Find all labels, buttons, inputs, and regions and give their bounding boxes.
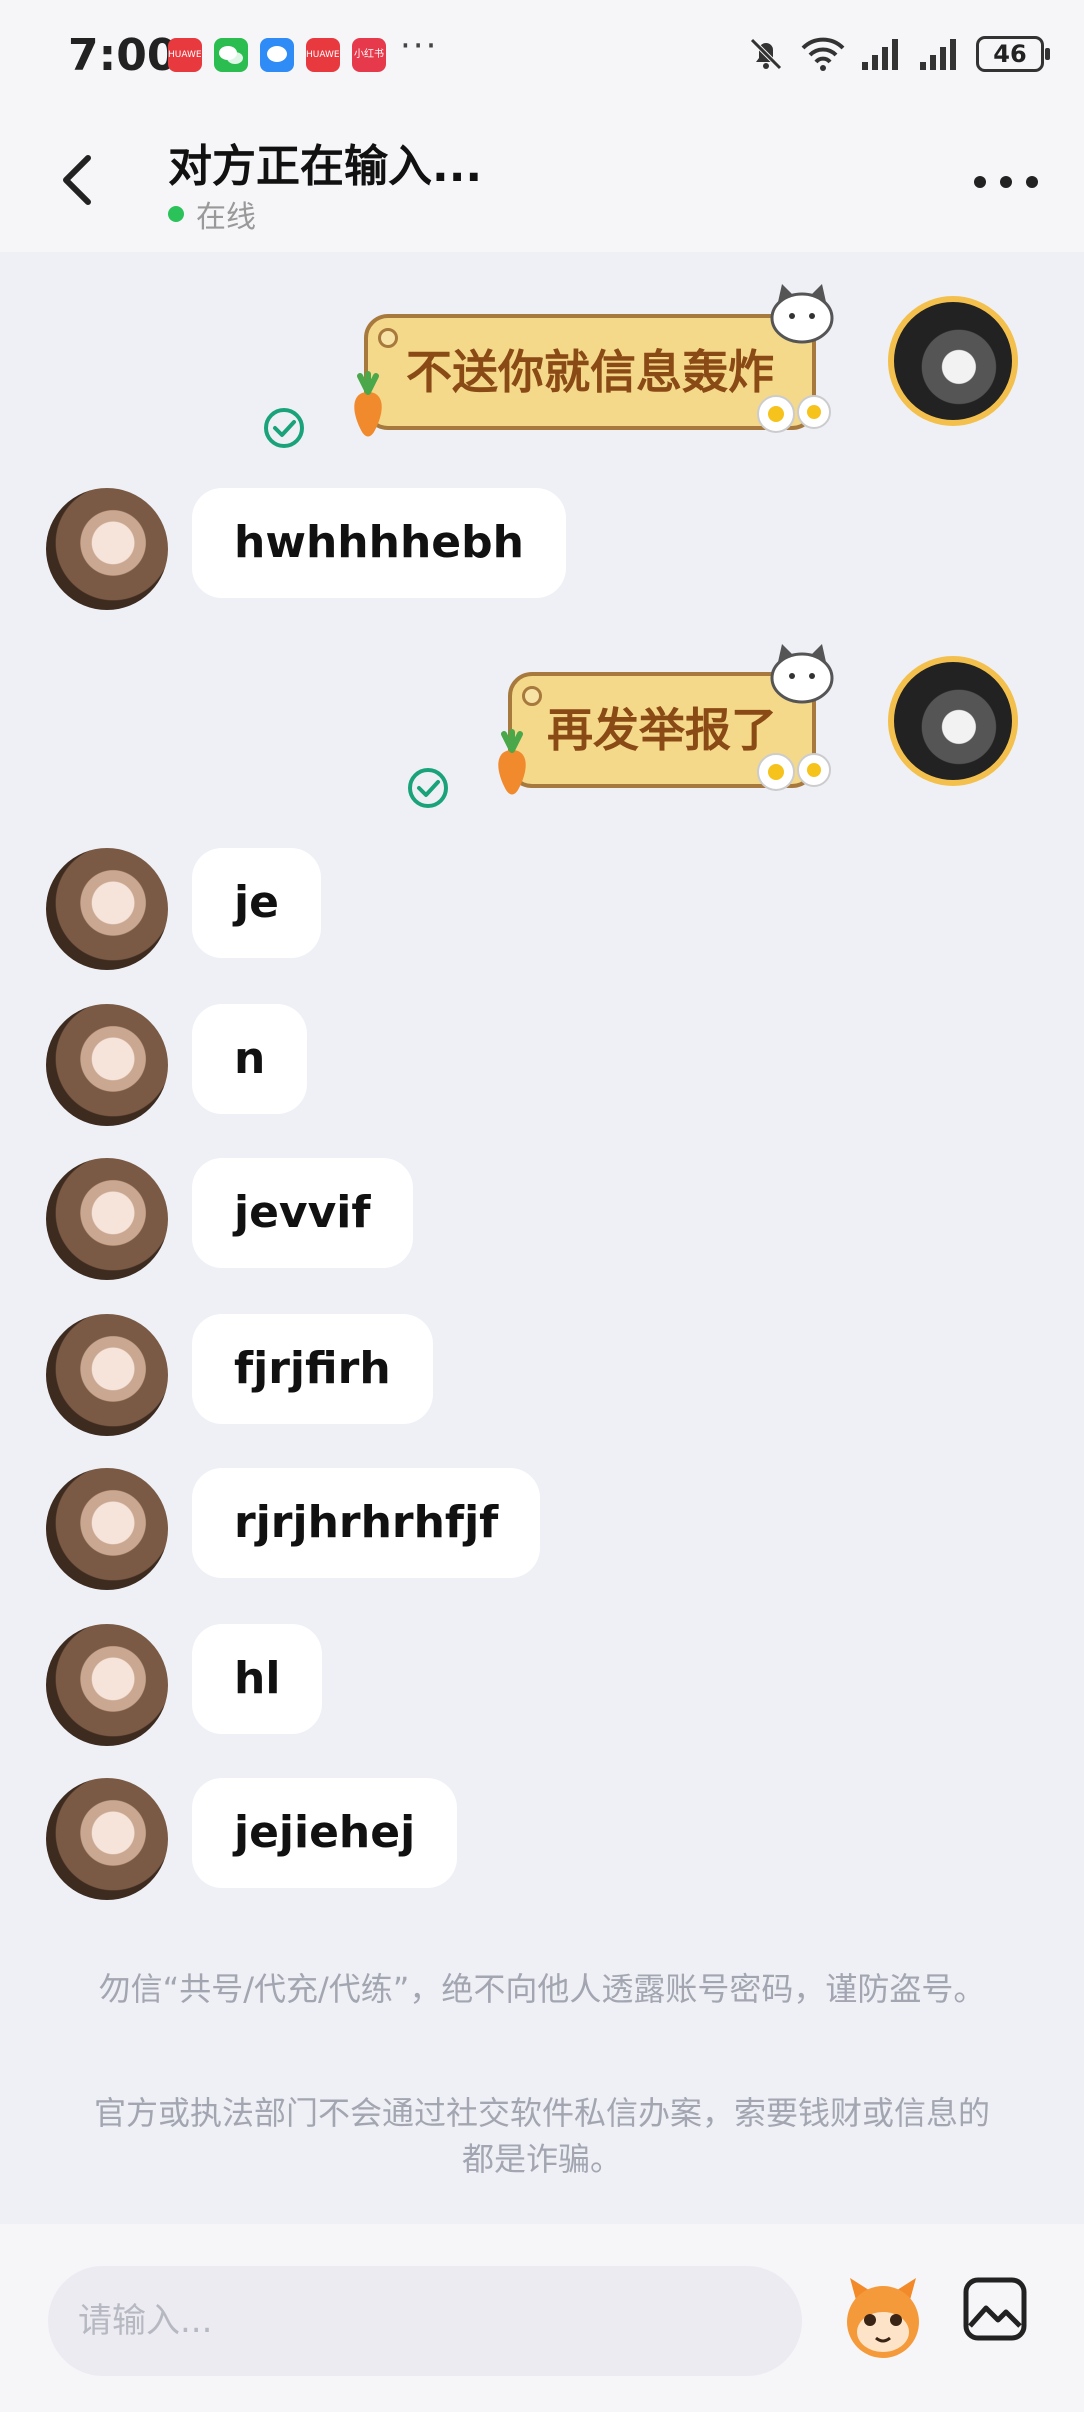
online-dot-icon bbox=[168, 206, 184, 222]
chat-header: 对方正在输入... 在线 bbox=[0, 110, 1084, 252]
friend-avatar[interactable] bbox=[46, 1314, 168, 1436]
chat-title: 对方正在输入... bbox=[168, 141, 483, 192]
more-options-icon[interactable] bbox=[966, 162, 1046, 202]
egg-sticker-icon bbox=[757, 753, 831, 791]
friend-avatar[interactable] bbox=[46, 488, 168, 610]
card-message-text: 再发举报了 bbox=[547, 703, 777, 757]
self-avatar[interactable] bbox=[888, 296, 1018, 426]
friend-avatar[interactable] bbox=[46, 1778, 168, 1900]
carrot-sticker-icon bbox=[354, 371, 382, 437]
safety-notice-1: 勿信“共号/代充/代练”，绝不向他人透露账号密码，谨防盗号。 bbox=[98, 1970, 986, 2008]
input-bar: 请输入... bbox=[0, 2224, 1084, 2412]
mascot-emoji-icon[interactable] bbox=[836, 2270, 930, 2364]
message-icon bbox=[260, 38, 294, 72]
message-list[interactable]: 不送你就信息轰炸 hwhhhhebh 再发举报了 je n jevvif fjr… bbox=[0, 252, 1084, 2224]
cat-sticker-icon bbox=[770, 644, 834, 704]
more-notifications-icon: ··· bbox=[400, 26, 439, 66]
text-message-bubble[interactable]: hwhhhhebh bbox=[192, 488, 566, 598]
text-message-bubble[interactable]: je bbox=[192, 848, 321, 958]
egg-sticker-icon bbox=[757, 395, 831, 433]
online-status-text: 在线 bbox=[196, 200, 256, 235]
cat-sticker-icon bbox=[770, 284, 834, 344]
self-avatar[interactable] bbox=[888, 656, 1018, 786]
message-input[interactable]: 请输入... bbox=[48, 2266, 802, 2376]
image-gallery-icon[interactable] bbox=[962, 2276, 1028, 2342]
text-message-bubble[interactable]: fjrjfirh bbox=[192, 1314, 433, 1424]
pin-icon bbox=[378, 328, 398, 348]
friend-avatar[interactable] bbox=[46, 1468, 168, 1590]
huawei-app-icon: HUAWEI bbox=[168, 38, 202, 72]
signal-icon bbox=[920, 39, 956, 70]
text-message-bubble[interactable]: hl bbox=[192, 1624, 323, 1734]
battery-indicator: 46 bbox=[976, 36, 1050, 72]
friend-avatar[interactable] bbox=[46, 1158, 168, 1280]
status-time: 7:00 bbox=[68, 30, 178, 81]
text-message-bubble[interactable]: rjrjhrhrhfjf bbox=[192, 1468, 541, 1578]
mute-bell-icon bbox=[750, 38, 782, 70]
friend-avatar[interactable] bbox=[46, 1624, 168, 1746]
text-message-bubble[interactable]: n bbox=[192, 1004, 308, 1114]
safety-notice-2: 官方或执法部门不会通过社交软件私信办案，索要钱财或信息的都是诈骗。 bbox=[93, 2094, 990, 2178]
carrot-sticker-icon bbox=[498, 729, 526, 795]
friend-avatar[interactable] bbox=[46, 848, 168, 970]
wechat-icon bbox=[214, 38, 248, 72]
back-arrow-icon[interactable] bbox=[52, 150, 112, 210]
xiaohongshu-icon: 小红书 bbox=[352, 38, 386, 72]
read-check-icon bbox=[264, 408, 304, 448]
online-status: 在线 bbox=[168, 192, 256, 236]
signal-icon bbox=[862, 39, 898, 70]
huawei-app-icon: HUAWEI bbox=[306, 38, 340, 72]
friend-avatar[interactable] bbox=[46, 1004, 168, 1126]
card-message-bubble[interactable]: 不送你就信息轰炸 bbox=[364, 314, 816, 430]
read-check-icon bbox=[408, 768, 448, 808]
status-bar: 7:00 HUAWEI HUAWEI 小红书 ··· 46 bbox=[0, 0, 1084, 110]
text-message-bubble[interactable]: jevvif bbox=[192, 1158, 413, 1268]
pin-icon bbox=[522, 686, 542, 706]
wifi-icon bbox=[801, 37, 845, 71]
card-message-text: 不送你就信息轰炸 bbox=[406, 345, 774, 399]
text-message-bubble[interactable]: jejiehej bbox=[192, 1778, 458, 1888]
